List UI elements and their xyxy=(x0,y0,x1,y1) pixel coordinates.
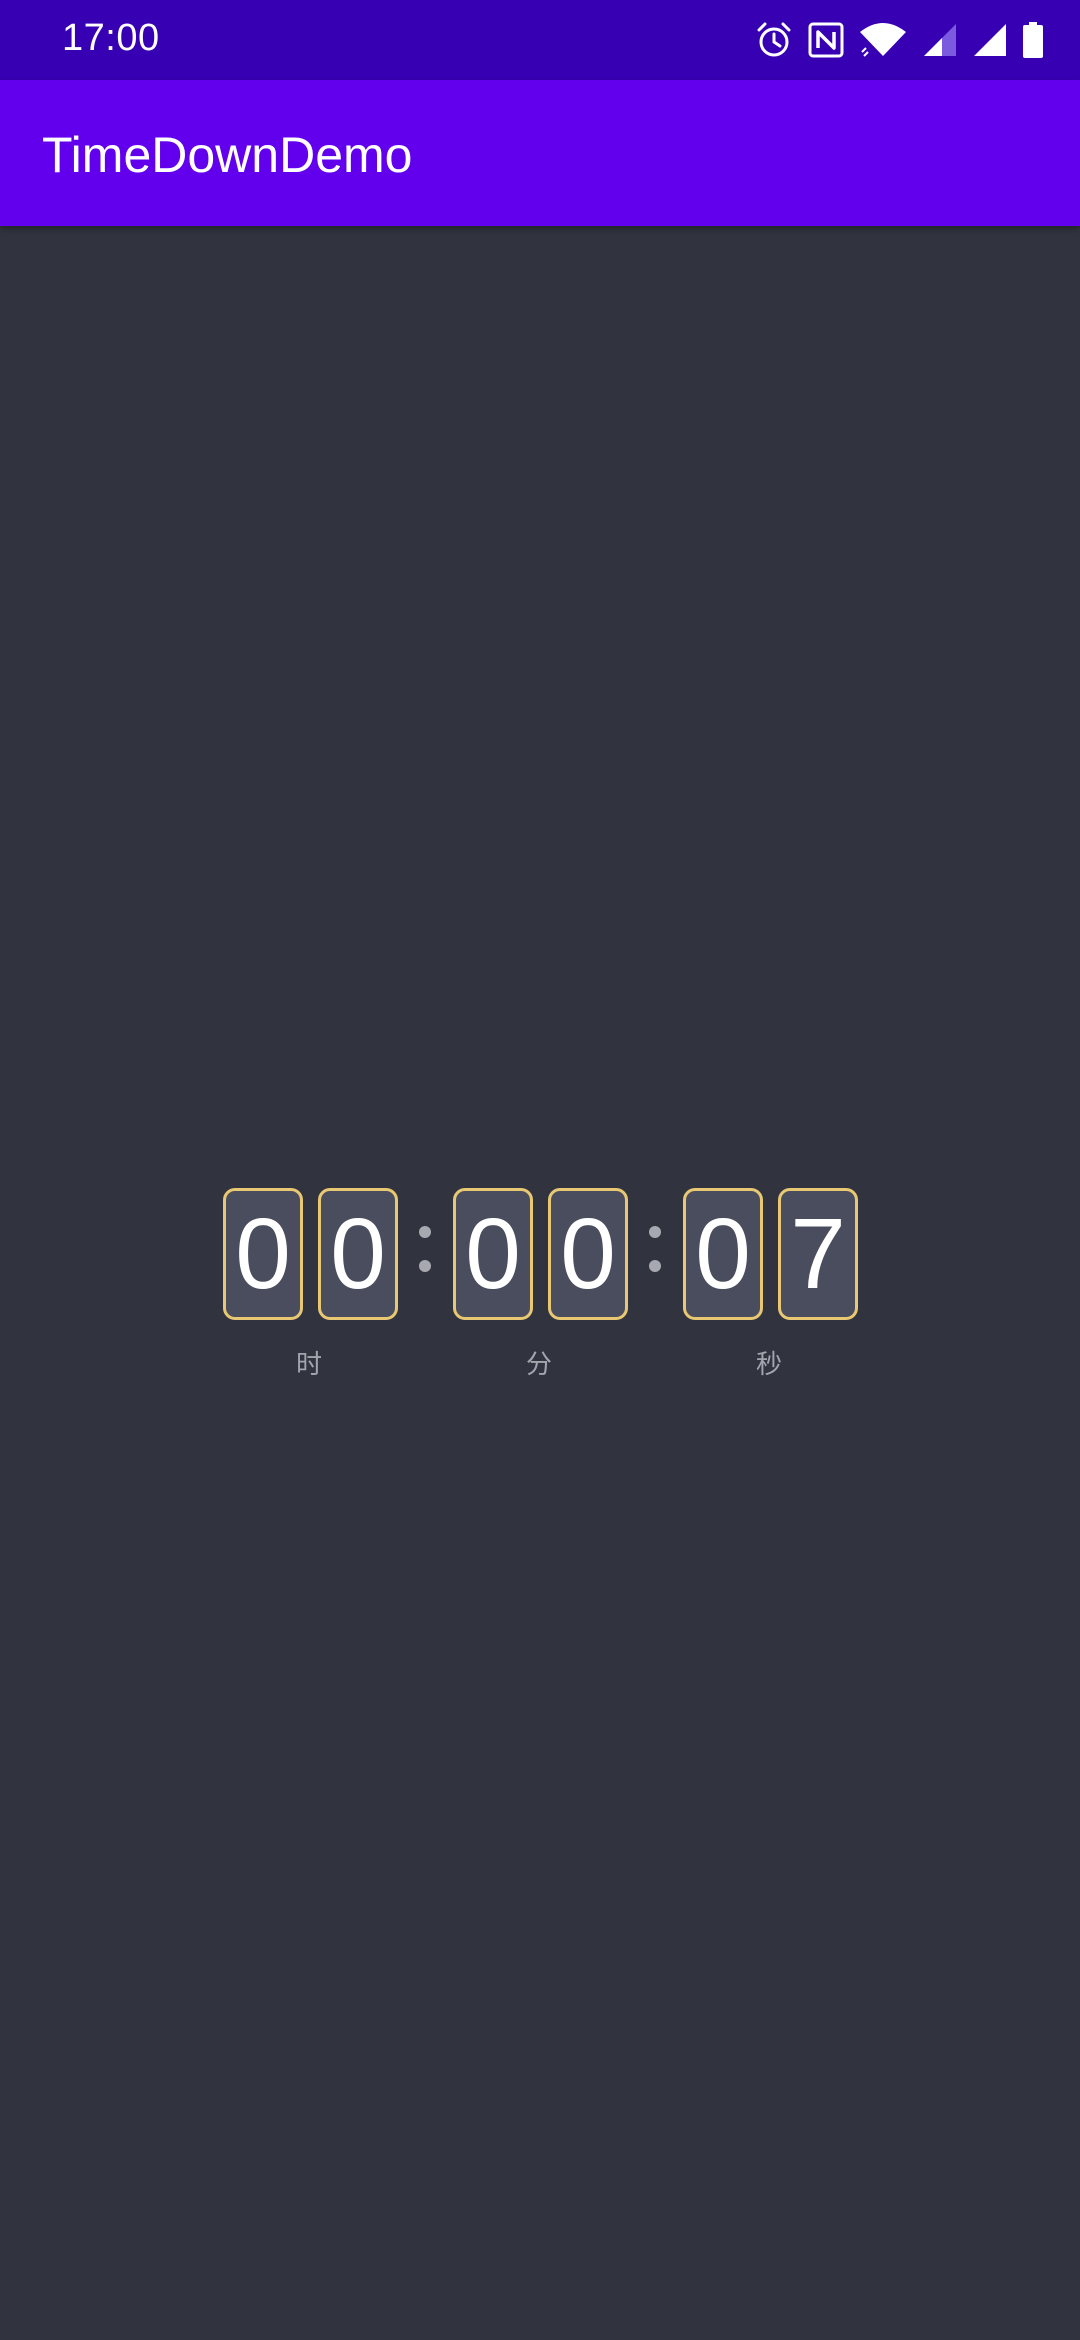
hours-label: 时 xyxy=(295,1350,322,1380)
wifi-icon xyxy=(858,22,908,58)
colon-separator xyxy=(415,1226,435,1286)
minute-ones-digit: 0 xyxy=(548,1188,628,1320)
battery-icon xyxy=(1022,22,1044,58)
status-bar: 17:00 xyxy=(0,0,1080,80)
minute-tens-digit: 0 xyxy=(453,1188,533,1320)
seconds-label: 秒 xyxy=(755,1350,782,1380)
app-bar: TimeDownDemo xyxy=(0,80,1080,226)
minutes-label: 分 xyxy=(525,1350,552,1380)
second-ones-digit: 7 xyxy=(778,1188,858,1320)
alarm-icon xyxy=(754,20,794,60)
app-title: TimeDownDemo xyxy=(42,127,413,183)
colon-separator xyxy=(645,1226,665,1286)
hour-tens-digit: 0 xyxy=(223,1188,303,1320)
signal-icon xyxy=(922,22,958,58)
hour-ones-digit: 0 xyxy=(318,1188,398,1320)
status-time: 17:00 xyxy=(62,17,160,59)
status-icons xyxy=(754,18,1044,62)
countdown-timer: 0 0 0 0 0 7 时 分 秒 xyxy=(0,1188,1080,1380)
signal-icon xyxy=(972,22,1008,58)
nfc-icon xyxy=(808,22,844,58)
second-tens-digit: 0 xyxy=(683,1188,763,1320)
